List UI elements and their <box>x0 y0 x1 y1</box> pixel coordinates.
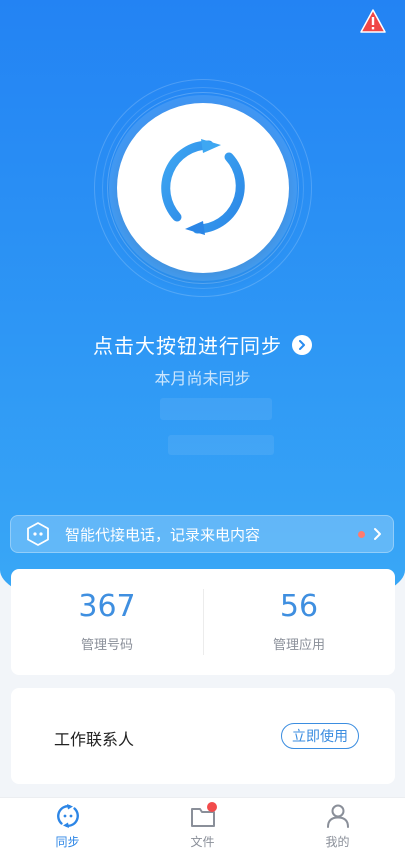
tab-files[interactable]: 文件 <box>135 798 270 856</box>
sync-title-row[interactable]: 点击大按钮进行同步 <box>0 330 405 359</box>
divider <box>203 589 204 655</box>
stat-managed-apps[interactable]: 56 管理应用 <box>203 569 395 675</box>
tab-label: 文件 <box>190 835 215 849</box>
banner-text: 智能代接电话，记录来电内容 <box>65 525 261 544</box>
chevron-right-icon <box>292 334 312 355</box>
blurred-placeholder <box>160 398 272 420</box>
work-contacts-card: 工作联系人 立即使用 <box>11 688 395 784</box>
sync-icon <box>56 804 79 828</box>
stat-value: 367 <box>78 588 136 624</box>
work-contacts-title: 工作联系人 <box>54 730 135 749</box>
bottom-tab-bar: 同步 文件 我的 <box>0 797 405 856</box>
stats-card: 367 管理号码 56 管理应用 <box>11 569 395 675</box>
chevron-right-icon <box>374 528 381 540</box>
blurred-placeholder <box>168 435 274 455</box>
sync-big-button[interactable] <box>117 103 289 273</box>
tab-profile[interactable]: 我的 <box>270 798 405 856</box>
notification-dot <box>207 802 217 812</box>
smart-answer-banner[interactable]: 智能代接电话，记录来电内容 <box>10 515 394 553</box>
tab-label: 我的 <box>325 835 350 849</box>
robot-face-icon <box>27 522 49 546</box>
use-now-button[interactable]: 立即使用 <box>281 723 359 749</box>
stat-label: 管理应用 <box>272 637 325 653</box>
warning-triangle-icon[interactable] <box>359 8 387 34</box>
notification-dot <box>358 530 365 538</box>
tab-label: 同步 <box>55 835 80 849</box>
stat-label: 管理号码 <box>80 637 133 653</box>
sync-status-text: 本月尚未同步 <box>154 369 251 388</box>
sync-refresh-icon <box>161 139 245 235</box>
stat-value: 56 <box>279 588 319 624</box>
sync-title: 点击大按钮进行同步 <box>93 334 282 358</box>
person-icon <box>326 804 349 828</box>
tab-sync[interactable]: 同步 <box>0 798 135 856</box>
stat-managed-numbers[interactable]: 367 管理号码 <box>11 569 203 675</box>
